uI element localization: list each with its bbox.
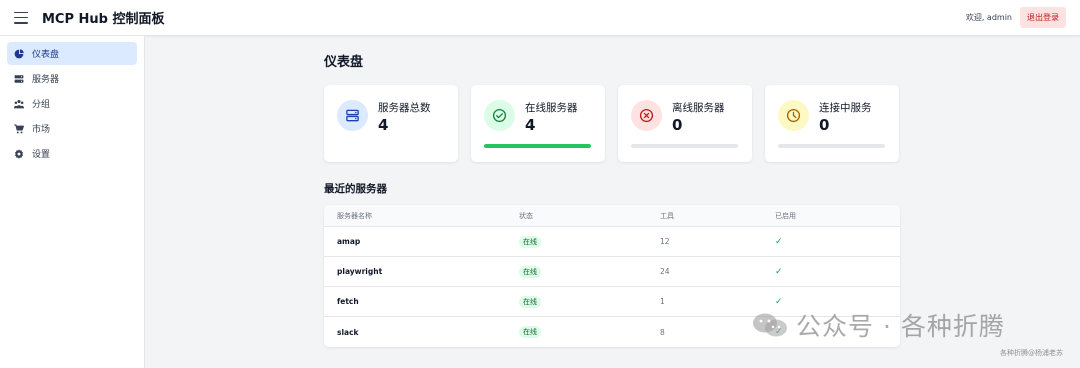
sidebar-item-label: 仪表盘 [32,50,60,60]
card-value: 4 [525,116,536,134]
status-badge: 在线 [519,235,541,248]
status-cell: 在线 [519,317,541,347]
recent-servers-title: 最近的服务器 [324,183,387,195]
users-icon [14,99,24,109]
stat-card-offline: 离线服务器 0 [618,85,752,162]
cart-icon [14,123,24,134]
server-name: slack [337,327,359,337]
sidebar-item-label: 分组 [32,100,51,110]
table-header: 服务器名称 状态 工具 已启用 [324,205,900,227]
header-user-area: 欢迎, admin 退出登录 [966,7,1066,28]
status-cell: 在线 [519,287,541,316]
table-row[interactable]: fetch 在线 1 ✓ [324,287,900,317]
check-icon: ✓ [775,327,783,337]
main-content: 仪表盘 服务器总数 4 在线服务器 4 离线服务器 0 连接中服务 0 最近的服… [145,36,1080,368]
server-name: amap [337,237,361,246]
server-icon [14,74,24,84]
recent-servers-table: 服务器名称 状态 工具 已启用 amap 在线 12 ✓ playwright … [324,205,900,347]
sidebar-item-groups[interactable]: 分组 [7,92,137,115]
server-icon [337,100,368,131]
sidebar-item-dashboard[interactable]: 仪表盘 [7,42,137,65]
card-label: 离线服务器 [672,102,725,114]
server-name: playwright [337,267,383,276]
sidebar-item-servers[interactable]: 服务器 [7,67,137,90]
pie-chart-icon [14,48,24,59]
card-label: 在线服务器 [525,102,578,114]
hamburger-menu-icon[interactable] [14,11,28,24]
sidebar-item-label: 服务器 [32,75,60,85]
column-header-enabled: 已启用 [775,211,796,220]
card-value: 4 [378,116,389,134]
card-value: 0 [819,116,830,134]
card-label: 服务器总数 [378,102,431,114]
app-title: MCP Hub 控制面板 [42,12,165,27]
enabled-cell: ✓ [775,227,783,256]
stat-card-total: 服务器总数 4 [324,85,458,162]
card-value: 0 [672,116,683,134]
server-name: fetch [337,297,359,306]
column-header-status: 状态 [519,211,533,220]
table-row[interactable]: slack 在线 8 ✓ [324,317,900,347]
tools-count: 24 [660,267,670,276]
enabled-cell: ✓ [775,317,783,347]
sidebar: 仪表盘 服务器 分组 市场 设置 [0,36,145,368]
check-circle-icon [484,100,515,131]
status-badge: 在线 [519,295,541,308]
table-row[interactable]: amap 在线 12 ✓ [324,227,900,257]
status-cell: 在线 [519,227,541,256]
column-header-tools: 工具 [660,211,674,220]
offline-progress-bar [631,144,738,148]
progress-fill [484,144,591,148]
check-icon: ✓ [775,236,783,247]
table-row[interactable]: playwright 在线 24 ✓ [324,257,900,287]
stat-card-connecting: 连接中服务 0 [765,85,899,162]
top-header: MCP Hub 控制面板 欢迎, admin 退出登录 [0,0,1080,36]
stat-card-online: 在线服务器 4 [471,85,605,162]
sidebar-item-market[interactable]: 市场 [7,117,137,140]
sidebar-item-settings[interactable]: 设置 [7,142,137,165]
check-icon: ✓ [775,266,783,277]
page-title: 仪表盘 [324,55,364,70]
enabled-cell: ✓ [775,257,783,286]
x-circle-icon [631,100,662,131]
check-icon: ✓ [775,296,783,307]
enabled-cell: ✓ [775,287,783,316]
card-label: 连接中服务 [819,102,872,114]
sidebar-item-label: 设置 [32,150,51,160]
sidebar-item-label: 市场 [32,125,51,135]
watermark-credit: 各种折腾@杨浦老苏 [1000,349,1063,357]
clock-icon [778,100,809,131]
tools-count: 1 [660,297,665,306]
status-badge: 在线 [519,265,541,278]
tools-count: 8 [660,327,665,337]
tools-count: 12 [660,237,670,246]
welcome-text: 欢迎, admin [965,13,1012,22]
gear-icon [14,148,24,159]
status-cell: 在线 [519,257,541,286]
column-header-name: 服务器名称 [337,211,372,220]
logout-button[interactable]: 退出登录 [1020,7,1066,28]
online-progress-bar [484,144,591,148]
connecting-progress-bar [778,144,885,148]
status-badge: 在线 [519,326,541,338]
